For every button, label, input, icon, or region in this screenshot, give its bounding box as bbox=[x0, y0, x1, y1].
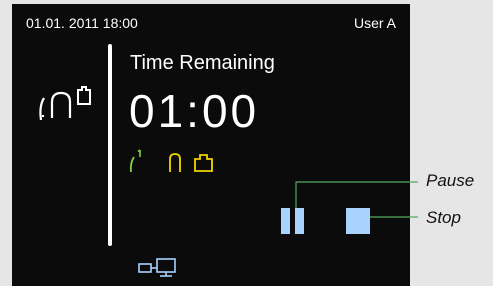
pc-connection-icon bbox=[138, 258, 176, 277]
status-user: User A bbox=[353, 15, 396, 31]
pause-button[interactable] bbox=[281, 208, 307, 234]
stop-label: Stop bbox=[426, 208, 461, 227]
timer-display: 01:00 bbox=[129, 85, 260, 137]
mode-icons-row bbox=[129, 149, 213, 173]
status-datetime: 01.01. 2011 18:00 bbox=[26, 15, 138, 31]
device-mode-icon bbox=[39, 86, 91, 121]
time-remaining-title: Time Remaining bbox=[130, 52, 275, 74]
device-screen: 01.01. 2011 18:00 User A Time Remaining … bbox=[12, 4, 410, 286]
mode-left-icon bbox=[129, 149, 141, 173]
vertical-divider bbox=[108, 44, 112, 246]
mode-right-icon bbox=[194, 154, 213, 172]
pause-label: Pause bbox=[426, 171, 475, 190]
mode-middle-icon bbox=[169, 153, 181, 172]
stop-button[interactable] bbox=[346, 208, 370, 234]
